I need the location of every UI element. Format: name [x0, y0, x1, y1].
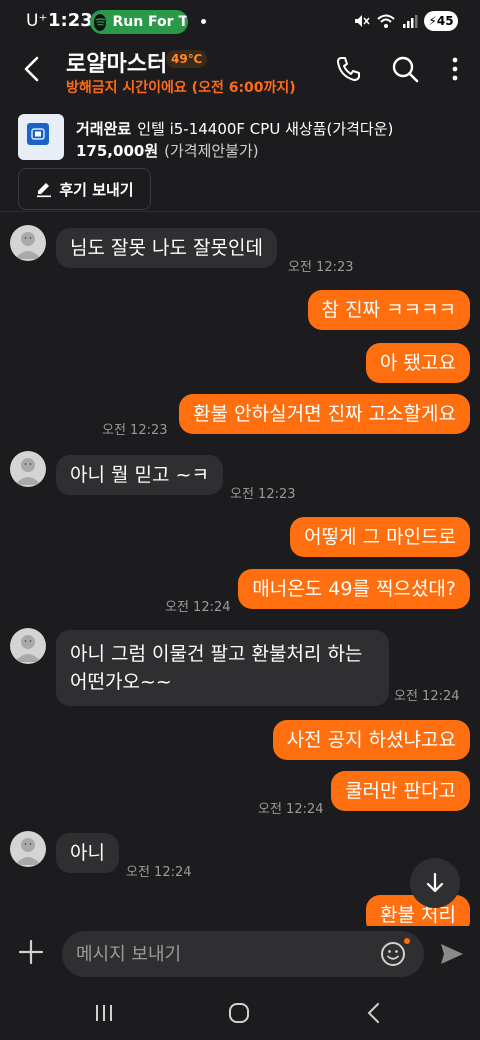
chat-area[interactable]: 님도 잘못 나도 잘못인데 오전 12:23 참 진짜 ㅋㅋㅋㅋ 아 됐고요 오… — [0, 213, 480, 926]
chat-header: 로얄마스터 49℃ 방해금지 시간이에요 (오전 6:00까지) — [0, 44, 480, 100]
status-bar: U⁺ 1:23 Run For T ⚡ 45 — [0, 0, 480, 44]
avatar[interactable] — [10, 831, 46, 867]
outgoing-message[interactable]: 참 진짜 ㅋㅋㅋㅋ — [307, 290, 470, 330]
message-time: 오전 12:23 — [230, 487, 296, 502]
avatar[interactable] — [10, 451, 46, 487]
pencil-icon — [37, 183, 52, 198]
scroll-down-icon — [426, 872, 444, 893]
signal-icon — [403, 15, 418, 28]
incoming-message[interactable]: 아니 — [56, 833, 119, 873]
avatar[interactable] — [10, 628, 46, 664]
recents-icon[interactable] — [92, 1001, 116, 1025]
incoming-message[interactable]: 아니 그럼 이물건 팔고 환불처리 하는 어떤가오~~ — [56, 630, 389, 706]
send-review-button[interactable]: 후기 보내기 — [18, 168, 151, 210]
message-field[interactable] — [62, 931, 424, 977]
manner-temperature-badge: 49℃ — [166, 50, 208, 68]
clock: 1:23 — [48, 10, 93, 31]
wifi-icon — [377, 14, 395, 28]
scroll-to-bottom-button[interactable] — [410, 858, 460, 908]
system-navigation-bar — [0, 986, 480, 1040]
incoming-message[interactable]: 아니 뭘 믿고 ~ㅋ — [56, 455, 223, 495]
nav-back-icon[interactable] — [362, 1001, 386, 1025]
emoji-icon[interactable] — [380, 941, 406, 967]
outgoing-message[interactable]: 매너온도 49를 찍으셨대? — [238, 569, 470, 609]
product-thumbnail[interactable] — [18, 114, 64, 160]
battery-icon: ⚡ 45 — [424, 11, 458, 31]
product-title-line: 거래완료 인텔 i5-14400F CPU 새상품(가격다운) — [76, 118, 393, 139]
message-time: 오전 12:23 — [102, 423, 168, 438]
more-icon[interactable] — [440, 54, 470, 84]
product-card[interactable]: 거래완료 인텔 i5-14400F CPU 새상품(가격다운) 175,000원 (… — [0, 110, 480, 212]
outgoing-message[interactable]: 사전 공지 하셨냐고요 — [272, 720, 470, 760]
plus-icon[interactable] — [18, 939, 44, 965]
notification-dot-icon — [201, 19, 206, 24]
outgoing-message[interactable]: 쿨러만 판다고 — [331, 771, 470, 811]
message-input-bar — [0, 926, 480, 986]
product-price: 175,000원 — [76, 142, 159, 160]
back-icon[interactable] — [18, 54, 48, 84]
home-icon[interactable] — [227, 1001, 251, 1025]
message-time: 오전 12:24 — [394, 689, 460, 704]
emoji-new-badge — [404, 938, 410, 944]
system-icons: ⚡ 45 — [352, 11, 458, 31]
outgoing-message[interactable]: 어떻게 그 마인드로 — [290, 517, 470, 557]
product-price-line: 175,000원 (가격제안불가) — [76, 140, 259, 161]
message-input[interactable] — [76, 931, 376, 977]
media-pill[interactable]: Run For T — [90, 10, 188, 34]
message-time: 오전 12:23 — [288, 260, 354, 275]
trade-status: 거래완료 — [76, 120, 132, 138]
media-pill-label: Run For T — [112, 14, 188, 30]
page-title: 로얄마스터 — [66, 52, 168, 77]
outgoing-message[interactable]: 환불 안하실거면 진짜 고소할게요 — [179, 394, 470, 434]
carrier-label: U⁺ — [26, 11, 48, 31]
message-time: 오전 12:24 — [165, 600, 231, 615]
send-icon[interactable] — [438, 940, 466, 968]
spotify-icon — [94, 13, 107, 31]
price-note: (가격제안불가) — [164, 142, 259, 160]
send-review-label: 후기 보내기 — [59, 180, 134, 199]
message-time: 오전 12:24 — [258, 802, 324, 817]
outgoing-message[interactable]: 아 됐고요 — [366, 343, 470, 383]
product-name: 인텔 i5-14400F CPU 새상품(가격다운) — [137, 120, 394, 138]
incoming-message[interactable]: 님도 잘못 나도 잘못인데 — [56, 228, 277, 268]
mute-icon — [355, 15, 370, 27]
search-icon[interactable] — [390, 54, 420, 84]
battery-level: 45 — [436, 14, 454, 28]
do-not-disturb-notice: 방해금지 시간이에요 (오전 6:00까지) — [66, 80, 296, 96]
avatar[interactable] — [10, 225, 46, 261]
phone-icon[interactable] — [334, 54, 364, 84]
cpu-icon — [27, 123, 49, 145]
message-time: 오전 12:24 — [126, 865, 192, 880]
